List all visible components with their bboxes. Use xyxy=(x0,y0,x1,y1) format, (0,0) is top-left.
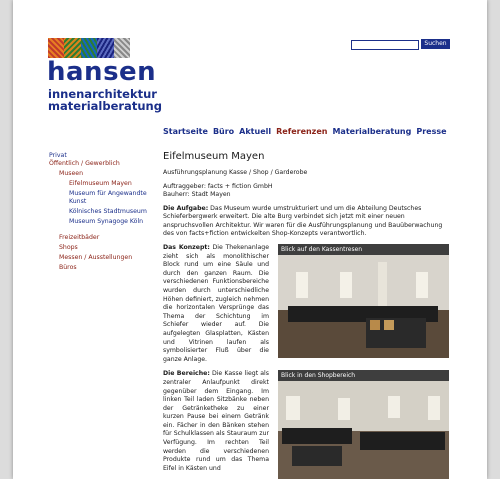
logo-tiles xyxy=(48,38,130,58)
areas-text: Die Kasse liegt als zentraler Anlaufpunk… xyxy=(163,370,269,472)
page-title: Eifelmuseum Mayen xyxy=(163,151,265,162)
nav-aktuell[interactable]: Aktuell xyxy=(239,127,271,136)
sidenav-museen[interactable]: Museen xyxy=(49,170,159,178)
sidenav-privat[interactable]: Privat xyxy=(49,152,159,160)
logo-tile xyxy=(64,38,81,58)
top-navigation: Startseite Büro Aktuell Referenzen Mater… xyxy=(163,127,447,136)
areas-paragraph: Die Bereiche: Die Kasse liegt als zentra… xyxy=(163,370,269,473)
page: hansen innenarchitektur materialberatung… xyxy=(13,0,487,479)
sidenav-oeffentlich[interactable]: Öffentlich / Gewerblich xyxy=(49,160,159,168)
logo-tile xyxy=(113,38,130,58)
concept-label: Das Konzept: xyxy=(163,244,210,251)
areas-label: Die Bereiche: xyxy=(163,370,210,378)
owner: Bauherr: Stadt Mayen xyxy=(163,191,231,198)
brand-tagline: innenarchitektur materialberatung xyxy=(48,88,162,112)
logo-tile xyxy=(48,38,65,58)
nav-buero[interactable]: Büro xyxy=(213,127,234,136)
project-subtitle: Ausführungsplanung Kasse / Shop / Garder… xyxy=(163,169,308,176)
sidenav-eifelmuseum[interactable]: Eifelmuseum Mayen xyxy=(49,180,159,188)
sidenav-shops[interactable]: Shops xyxy=(49,244,159,252)
nav-presse[interactable]: Presse xyxy=(416,127,446,136)
task-paragraph: Die Aufgabe: Das Museum wurde umstruktur… xyxy=(163,205,449,239)
search-input[interactable] xyxy=(351,40,419,50)
main-content: Eifelmuseum Mayen Ausführungsplanung Kas… xyxy=(163,150,449,243)
sidenav-museum-angewandte-kunst[interactable]: Museum für Angewandte Kunst xyxy=(49,190,159,206)
nav-referenzen[interactable]: Referenzen xyxy=(276,127,327,136)
logo-tile xyxy=(80,38,98,58)
photo-caption-1: Blick auf den Kassentresen xyxy=(278,244,449,255)
sidenav-messen[interactable]: Messen / Ausstellungen xyxy=(49,254,159,262)
concept-text: Die Thekenanlage zieht sich als monolith… xyxy=(163,244,269,363)
logo-tile xyxy=(97,38,114,58)
sidenav-koelnisches-stadtmuseum[interactable]: Kölnisches Stadtmuseum xyxy=(49,208,159,216)
photo-kassentresen-image xyxy=(278,244,449,358)
side-navigation: Privat Öffentlich / Gewerblich Museen Ei… xyxy=(49,152,159,272)
detail-text: Das Konzept: Die Thekenanlage zieht sich… xyxy=(163,244,269,479)
photo-caption-2: Blick in den Shopbereich xyxy=(278,370,449,381)
search-button[interactable]: Suchen xyxy=(421,39,450,49)
client: Auftraggeber: facts + fiction GmbH xyxy=(163,182,273,190)
photo-kassentresen[interactable]: Blick auf den Kassentresen xyxy=(278,244,449,358)
project-credits: Auftraggeber: facts + fiction GmbH Bauhe… xyxy=(163,183,449,200)
sidenav-museum-synagoge[interactable]: Museum Synagoge Köln xyxy=(49,218,159,226)
sidenav-freizeitbaeder[interactable]: Freizeitbäder xyxy=(49,234,159,242)
task-label: Die Aufgabe: xyxy=(163,204,209,212)
photo-shopbereich-image xyxy=(278,370,449,479)
nav-startseite[interactable]: Startseite xyxy=(163,127,208,136)
photo-shopbereich[interactable]: Blick in den Shopbereich xyxy=(278,370,449,479)
sidenav-bueros[interactable]: Büros xyxy=(49,264,159,272)
brand-name[interactable]: hansen xyxy=(47,58,156,86)
nav-materialberatung[interactable]: Materialberatung xyxy=(332,127,411,136)
concept-paragraph: Das Konzept: Die Thekenanlage zieht sich… xyxy=(163,244,269,364)
tagline-line2: materialberatung xyxy=(48,99,162,113)
